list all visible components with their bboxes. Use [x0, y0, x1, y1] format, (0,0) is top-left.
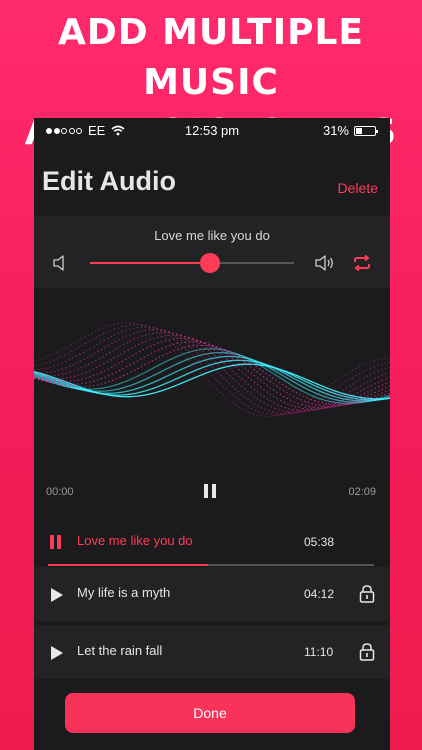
lock-icon[interactable] [359, 642, 375, 662]
track-row[interactable]: Love me like you do 05:38 [34, 515, 390, 569]
done-button[interactable]: Done [65, 693, 355, 733]
headline-line-1: ADD MULTIPLE MUSIC [57, 12, 365, 103]
page-title: Edit Audio [42, 166, 176, 196]
wave-strand [34, 324, 390, 416]
battery-group: 31% [322, 123, 378, 138]
track-name: Let the rain fall [77, 643, 163, 658]
pause-icon[interactable] [204, 484, 216, 498]
track-duration: 11:10 [304, 645, 334, 659]
track-progress [48, 564, 374, 566]
status-bar: EE 12:53 pm 31% [34, 118, 390, 144]
volume-slider[interactable] [90, 253, 294, 273]
waveform [34, 322, 390, 417]
track-name: Love me like you do [77, 533, 193, 548]
track-row[interactable]: My life is a myth 04:12 [34, 567, 390, 621]
speaker-high-icon[interactable] [314, 254, 336, 272]
elapsed-time: 00:00 [46, 486, 74, 498]
volume-card: Love me like you do [34, 216, 390, 288]
speaker-low-icon[interactable] [52, 254, 70, 272]
repeat-icon[interactable] [352, 254, 372, 272]
total-time: 02:09 [348, 486, 376, 498]
track-duration: 04:12 [304, 587, 335, 601]
track-row[interactable]: Let the rain fall 11:10 [34, 625, 390, 679]
current-track-name: Love me like you do [154, 228, 270, 243]
battery-percent: 31% [322, 123, 349, 138]
track-name: My life is a myth [77, 585, 171, 600]
volume-slider-fill [90, 262, 211, 264]
volume-slider-thumb[interactable] [200, 253, 221, 273]
battery-icon [354, 125, 378, 136]
phone-screen: EE 12:53 pm 31% Edit Audio Delete Love m… [34, 118, 390, 750]
lock-icon[interactable] [359, 584, 375, 604]
play-icon[interactable] [50, 587, 64, 603]
delete-button[interactable]: Delete [338, 180, 378, 196]
track-duration: 05:38 [304, 535, 335, 549]
pause-icon[interactable] [50, 535, 61, 549]
play-icon[interactable] [50, 645, 64, 661]
